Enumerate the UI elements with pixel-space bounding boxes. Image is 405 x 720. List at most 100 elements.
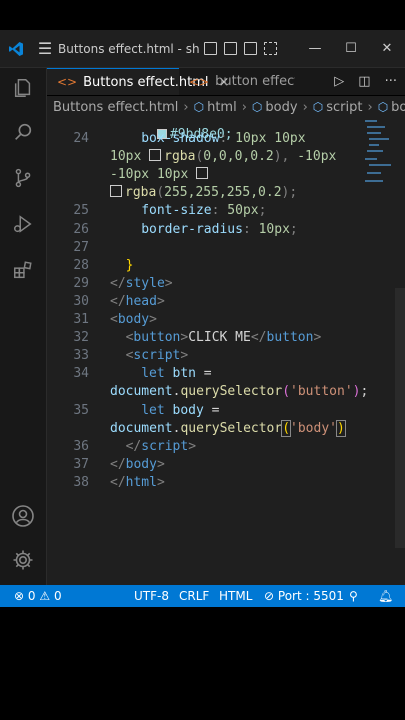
code-token: 10px xyxy=(258,221,290,237)
html-file-icon: <> xyxy=(189,74,210,89)
code-token: 'button' xyxy=(290,384,353,400)
code-token: -10px 10px xyxy=(110,167,197,183)
menu-icon[interactable]: ☰ xyxy=(32,30,58,67)
code-line: </body> xyxy=(110,457,165,472)
breadcrumb-script[interactable]: script xyxy=(326,100,362,115)
settings-gear-icon[interactable] xyxy=(0,540,46,580)
code-token: : xyxy=(219,131,236,146)
element-icon: ⬡ xyxy=(251,100,263,114)
element-icon: ⬡ xyxy=(193,100,205,114)
code-line: <script> xyxy=(126,348,189,363)
code-token: > xyxy=(156,293,165,309)
search-icon[interactable] xyxy=(0,112,46,152)
code-line: </style> xyxy=(110,276,173,291)
live-server-status[interactable]: ⊘ Port : 5501 xyxy=(264,585,344,607)
source-control-icon[interactable] xyxy=(0,158,46,198)
code-token: </ xyxy=(110,275,126,291)
code-token: 0,0,0,0.2 xyxy=(203,149,274,165)
minimize-button[interactable]: — xyxy=(297,41,333,56)
notifications-bell-icon[interactable]: 🔔︎ xyxy=(378,585,393,607)
problems-status[interactable]: ⊗ 0 ⚠ 0 xyxy=(14,585,62,607)
color-swatch-icon[interactable] xyxy=(149,149,162,162)
code-token: ) xyxy=(336,419,346,437)
code-token: button xyxy=(266,330,314,346)
toggle-primary-sidebar-icon[interactable] xyxy=(204,42,217,55)
code-token: let xyxy=(141,366,165,382)
vertical-scrollbar[interactable] xyxy=(395,288,405,548)
accounts-icon[interactable] xyxy=(0,496,46,536)
breadcrumb-body-variable[interactable]: body xyxy=(391,100,405,115)
code-token: ; xyxy=(289,221,298,237)
toggle-secondary-sidebar-icon[interactable] xyxy=(244,42,257,55)
code-token: ( xyxy=(282,384,291,400)
color-swatch-icon[interactable] xyxy=(196,167,209,180)
code-line: </head> xyxy=(110,294,165,309)
code-token: > xyxy=(164,275,173,291)
toggle-panel-icon[interactable] xyxy=(224,42,237,55)
minimap[interactable] xyxy=(363,118,391,198)
language-status[interactable]: HTML xyxy=(219,585,252,607)
breadcrumb-body[interactable]: body xyxy=(265,100,297,115)
status-bar: ⊗ 0 ⚠ 0 UTF-8 CRLF HTML ⊘ Port : 5501 ⚲ … xyxy=(0,585,405,607)
code-token: ( xyxy=(281,419,292,437)
breadcrumb-html[interactable]: html xyxy=(207,100,237,115)
code-token: : xyxy=(242,221,259,237)
window-title: Buttons effect.html - short... xyxy=(58,41,200,56)
broadcast-icon: ⊘ xyxy=(264,589,275,603)
breadcrumb-file[interactable]: Buttons effect.html xyxy=(53,100,178,115)
code-token: = xyxy=(203,402,220,418)
close-button[interactable]: ✕ xyxy=(369,41,405,56)
code-editor[interactable]: 24 25 26 27 28 29 30 31 32 33 34 35 36 37 38 #9bd8e0; … xyxy=(47,118,405,585)
code-line: 10px rgba(0,0,0,0.2), -10px xyxy=(110,149,336,164)
html-file-icon: <> xyxy=(57,75,78,89)
variable-icon: ⬡ xyxy=(377,100,389,114)
code-token: </ xyxy=(110,474,126,490)
more-actions-icon[interactable]: ··· xyxy=(385,74,397,89)
code-token: < xyxy=(110,312,118,327)
line-number: 38 xyxy=(73,474,89,490)
code-token: </ xyxy=(250,330,267,346)
code-token: 255,255,255,0.2 xyxy=(164,185,282,201)
code-token: document xyxy=(110,384,173,400)
extensions-icon[interactable] xyxy=(0,250,46,290)
code-token: style xyxy=(125,275,165,291)
color-swatch-icon[interactable] xyxy=(110,185,122,198)
code-line: let btn = xyxy=(141,366,211,381)
run-icon[interactable]: ▷ xyxy=(334,74,344,89)
code-token: ; xyxy=(258,203,267,219)
code-token: > xyxy=(313,330,322,346)
maximize-button[interactable]: ☐ xyxy=(333,41,369,56)
code-line: font-size: 50px; xyxy=(141,203,266,218)
line-number: 30 xyxy=(73,293,89,309)
line-number: 24 xyxy=(73,131,89,146)
tab-buttons-effect[interactable]: <> Buttons effect.html × xyxy=(47,68,229,95)
code-token: ); xyxy=(281,185,298,201)
explorer-icon[interactable] xyxy=(0,68,46,108)
encoding-status[interactable]: UTF-8 xyxy=(134,585,169,607)
code-token: = xyxy=(195,366,212,382)
split-editor-icon[interactable]: ◫ xyxy=(358,74,370,89)
line-number: 32 xyxy=(73,330,89,346)
tab-button-effects[interactable]: <> button effects.html xyxy=(179,68,295,95)
code-token: > xyxy=(180,348,189,364)
code-line: <body> xyxy=(110,312,157,327)
editor-tabs: <> Buttons effect.html × <> button effec… xyxy=(47,68,405,95)
code-token: > xyxy=(149,312,157,327)
title-bar: ☰ Buttons effect.html - short... — ☐ ✕ xyxy=(0,30,405,68)
code-token: > xyxy=(156,456,165,472)
line-number: 35 xyxy=(73,402,89,418)
code-line: </html> xyxy=(110,475,165,490)
run-debug-icon[interactable] xyxy=(0,204,46,244)
customize-layout-icon[interactable] xyxy=(264,42,277,55)
code-token: </ xyxy=(110,456,126,472)
code-line: document.querySelector('body') xyxy=(110,419,346,437)
code-token: box-shadow xyxy=(141,131,220,146)
code-area[interactable]: #9bd8e0; box-shadow: 10px 10px 10px rgba(… xyxy=(110,118,368,585)
eol-status[interactable]: CRLF xyxy=(179,585,209,607)
line-number: 26 xyxy=(73,221,89,237)
code-token: border-radius xyxy=(141,221,243,237)
copilot-icon[interactable]: ⚲ xyxy=(349,585,358,607)
line-number: 34 xyxy=(73,366,89,382)
line-number: 33 xyxy=(73,348,89,364)
